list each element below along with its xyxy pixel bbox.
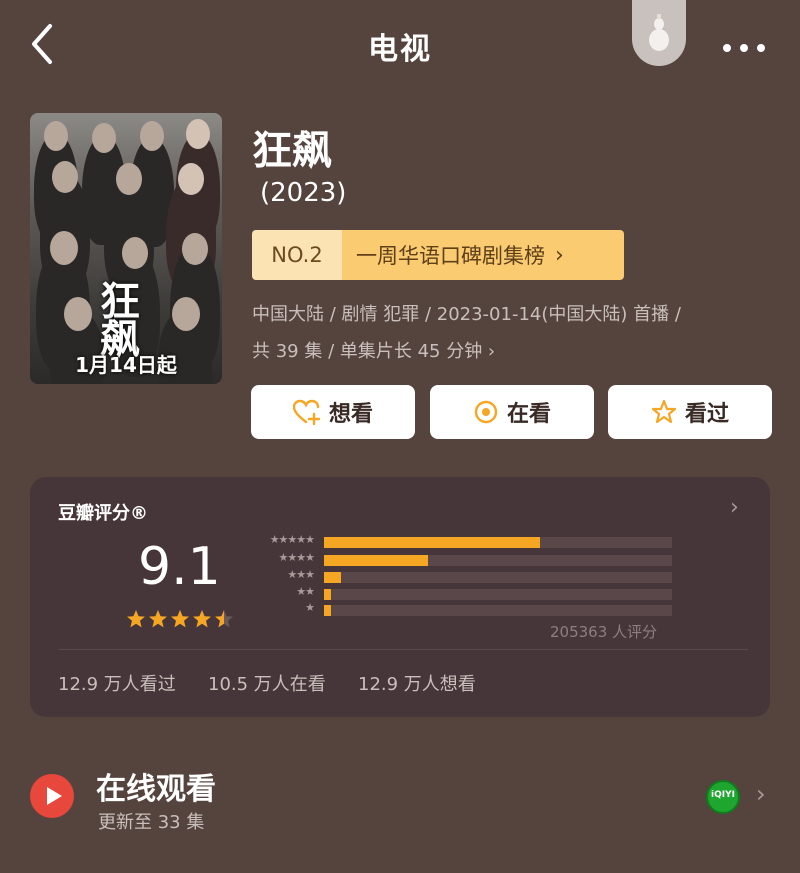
rating-row-stars: ★ [305,601,315,614]
iqiyi-logo-text: iQIYI [711,790,735,800]
rating-bar-track [324,589,672,600]
watching-button[interactable]: 在看 [430,385,594,439]
rating-row-3-star: ★★★ [244,568,324,581]
rank-label-box: 一周华语口碑剧集榜 › [342,230,624,280]
poster-image[interactable]: 狂飙 1月14日起 [30,113,222,384]
more-horizontal-icon[interactable] [722,38,766,52]
star-icon [171,610,189,628]
rating-bar-track [324,555,672,566]
show-meta-info: 中国大陆 / 剧情 犯罪 / 2023-01-14(中国大陆) 首播 / [252,304,681,325]
rating-bar-track [324,572,672,583]
rating-score: 9.1 [138,537,221,597]
stat-want: 12.9 万人想看 [358,674,476,695]
rating-row-2-star: ★★ [244,585,324,598]
show-episode-info[interactable]: 共 39 集 / 单集片长 45 分钟 › [252,337,495,363]
rating-bar-fill [324,537,540,548]
rating-bar-fill [324,589,331,600]
stat-watched: 12.9 万人看过 [58,674,176,695]
online-watch-title: 在线观看 [96,772,216,807]
target-circle-icon [474,400,498,424]
rating-row-stars: ★★★ [287,568,315,581]
rating-count: 205363 人评分 [550,623,658,641]
watching-label: 在看 [506,402,551,427]
rating-card[interactable]: 豆瓣评分® › 9.1 ★★★★★ ★★★★ ★★★ ★★ ★ 205363 人评分 1… [30,477,770,717]
rating-row-stars: ★★★★ [278,551,315,564]
poster-date: 1月14日起 [75,353,177,377]
rating-row-1-star: ★ [244,601,324,614]
chevron-right-icon[interactable]: › [730,495,739,520]
star-icon [193,610,211,628]
heart-plus-icon [292,399,321,425]
rating-row-stars: ★★★★★ [269,533,315,546]
rank-number: NO.2 [252,230,342,280]
rank-badge[interactable]: NO.2 一周华语口碑剧集榜 › [252,230,624,280]
want-to-watch-label: 想看 [328,402,373,427]
rating-row-5-star: ★★★★★ [244,533,324,546]
rating-row-stars: ★★ [296,585,315,598]
online-watch-subtitle: 更新至 33 集 [98,812,205,833]
gourd-icon [649,14,669,51]
rating-bar-fill [324,555,429,566]
rating-stars [126,609,234,629]
star-outline-icon [651,399,677,424]
star-icon [149,610,167,628]
chevron-right-icon: › [555,242,564,268]
star-icon [215,610,233,628]
stat-watching: 10.5 万人在看 [208,674,326,695]
rank-label: 一周华语口碑剧集榜 [356,244,545,268]
rating-bar-fill [324,572,342,583]
show-title: 狂飙 [252,128,332,174]
rating-bar-track [324,605,672,616]
show-year: (2023) [260,178,347,208]
gourd-button[interactable] [632,0,686,66]
chevron-right-icon: › [756,780,766,808]
rating-bar-track [324,537,672,548]
watched-label: 看过 [684,402,729,427]
rating-bar-fill [324,605,331,616]
online-watch-row[interactable]: 在线观看 更新至 33 集 iQIYI › [0,750,800,850]
iqiyi-icon[interactable]: iQIYI [706,780,740,814]
play-icon [30,774,74,818]
divider [58,649,748,650]
want-to-watch-button[interactable]: 想看 [251,385,415,439]
watched-button[interactable]: 看过 [608,385,772,439]
star-icon [127,610,145,628]
top-bar: 电视 [0,0,800,90]
rating-header: 豆瓣评分® [58,503,148,524]
rating-row-4-star: ★★★★ [244,551,324,564]
poster-title: 狂飙 [100,279,140,363]
